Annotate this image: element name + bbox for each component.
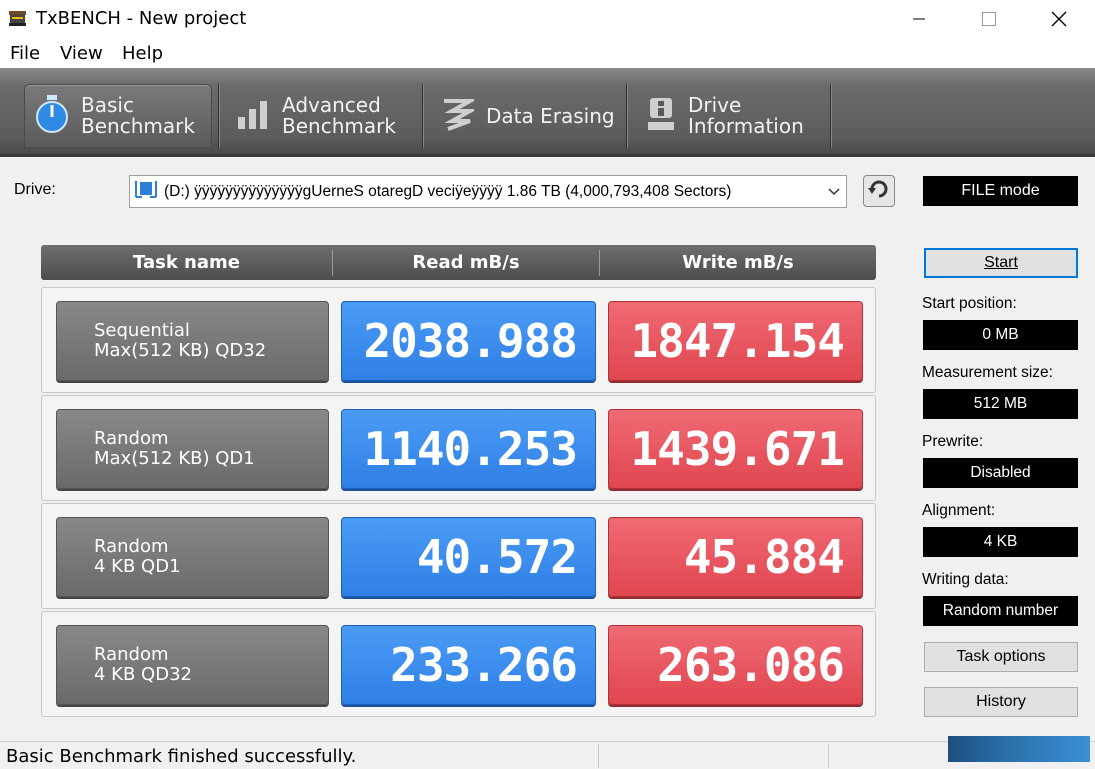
prewrite-value[interactable]: Disabled	[923, 458, 1078, 488]
status-banner	[948, 736, 1090, 762]
refresh-button[interactable]	[863, 175, 895, 207]
status-divider	[598, 744, 599, 768]
drive-select[interactable]: (D:) ÿÿÿÿÿÿÿÿÿÿÿÿÿÿgUerneS otaregD veciÿ…	[129, 175, 847, 208]
write-value: 45.884	[608, 517, 863, 597]
writing-data-label: Writing data:	[922, 571, 1009, 588]
tab-separator	[218, 84, 220, 148]
write-value: 1439.671	[608, 409, 863, 489]
menu-bar: File View Help	[0, 38, 1095, 68]
start-button[interactable]: Start	[924, 248, 1078, 278]
refresh-icon	[868, 178, 890, 205]
tab-separator	[422, 84, 424, 148]
tab-drive-information[interactable]: Drive Information	[634, 84, 826, 148]
drive-value: (D:) ÿÿÿÿÿÿÿÿÿÿÿÿÿÿgUerneS otaregD veciÿ…	[164, 182, 732, 200]
alignment-label: Alignment:	[922, 502, 996, 519]
maximize-button[interactable]	[966, 0, 1012, 38]
minimize-button[interactable]	[896, 0, 942, 38]
read-value: 233.266	[341, 625, 596, 705]
measurement-size-value[interactable]: 512 MB	[923, 389, 1078, 419]
write-value: 1847.154	[608, 301, 863, 381]
header-read: Read mB/s	[412, 252, 520, 273]
tab-advanced-benchmark[interactable]: Advanced Benchmark	[226, 84, 418, 148]
mode-indicator: FILE mode	[923, 176, 1078, 206]
menu-view[interactable]: View	[60, 43, 103, 64]
eraser-icon	[440, 97, 478, 136]
task-button[interactable]: Random 4 KB QD32	[56, 625, 329, 705]
measurement-size-label: Measurement size:	[922, 364, 1053, 381]
tab-toolbar: Basic Benchmark Advanced Benchmark Data …	[0, 68, 1095, 157]
result-row-rand-max-q1: Random Max(512 KB) QD1 1140.253 1439.671	[41, 395, 876, 501]
window-title: TxBENCH - New project	[36, 8, 247, 29]
stopwatch-icon	[35, 94, 69, 139]
tab-separator	[626, 84, 628, 148]
app-icon	[8, 9, 28, 27]
writing-data-value[interactable]: Random number	[923, 596, 1078, 626]
drive-icon	[134, 179, 158, 204]
result-row-rand-4k-q1: Random 4 KB QD1 40.572 45.884	[41, 503, 876, 609]
title-bar: TxBENCH - New project	[0, 0, 1095, 38]
status-bar: Basic Benchmark finished successfully.	[0, 741, 1095, 769]
task-button[interactable]: Random 4 KB QD1	[56, 517, 329, 597]
task-options-button[interactable]: Task options	[924, 642, 1078, 672]
close-button[interactable]	[1036, 0, 1082, 38]
alignment-value[interactable]: 4 KB	[923, 527, 1078, 557]
status-divider	[828, 744, 829, 768]
results-table-header: Task name Read mB/s Write mB/s	[41, 245, 876, 280]
task-button[interactable]: Random Max(512 KB) QD1	[56, 409, 329, 489]
chevron-down-icon	[828, 185, 840, 203]
menu-file[interactable]: File	[10, 43, 40, 64]
result-row-seq-q32: Sequential Max(512 KB) QD32 2038.988 184…	[41, 287, 876, 393]
read-value: 40.572	[341, 517, 596, 597]
read-value: 2038.988	[341, 301, 596, 381]
write-value: 263.086	[608, 625, 863, 705]
tab-basic-benchmark[interactable]: Basic Benchmark	[24, 84, 212, 148]
menu-help[interactable]: Help	[122, 43, 163, 64]
drive-info-icon	[646, 96, 676, 137]
result-row-rand-4k-q32: Random 4 KB QD32 233.266 263.086	[41, 611, 876, 717]
read-value: 1140.253	[341, 409, 596, 489]
header-write: Write mB/s	[682, 252, 794, 273]
history-button[interactable]: History	[924, 687, 1078, 717]
start-position-label: Start position:	[922, 295, 1017, 312]
tab-separator	[830, 84, 832, 148]
header-task-name: Task name	[133, 252, 240, 273]
tab-data-erasing[interactable]: Data Erasing	[430, 84, 622, 148]
drive-label: Drive:	[14, 181, 56, 198]
prewrite-label: Prewrite:	[922, 433, 984, 450]
task-button[interactable]: Sequential Max(512 KB) QD32	[56, 301, 329, 381]
status-message: Basic Benchmark finished successfully.	[6, 746, 357, 767]
start-position-value[interactable]: 0 MB	[923, 320, 1078, 350]
bar-chart-icon	[236, 97, 270, 136]
